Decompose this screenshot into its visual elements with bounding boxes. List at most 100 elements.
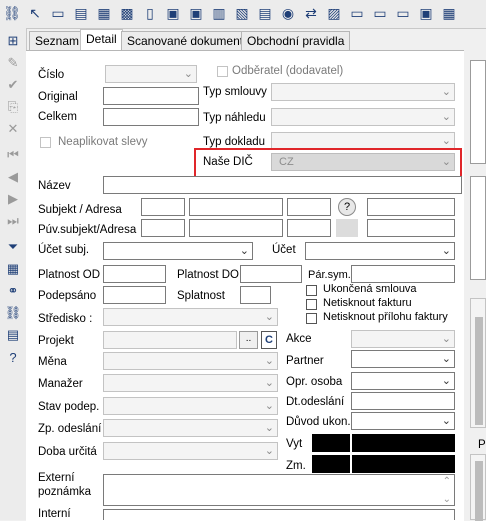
subjekt-name-input[interactable] bbox=[189, 198, 283, 216]
right-label-p: P bbox=[478, 439, 486, 451]
delete-icon[interactable]: ✕ bbox=[4, 120, 22, 138]
puv-spacer bbox=[336, 219, 358, 237]
puv-adresa-input[interactable] bbox=[367, 219, 455, 237]
podepsano-input[interactable] bbox=[103, 286, 166, 304]
table-icon[interactable]: ▦ bbox=[4, 260, 22, 278]
monitor-icon[interactable]: ▭ bbox=[48, 3, 68, 23]
puv-adresa-code-input[interactable] bbox=[287, 219, 331, 237]
sidebar: ⊞ ✎ ✔ ⎘ ✕ ⏮ ◀ ▶ ⏭ ⏷ ▦ ⚭ ⛓ ▤ ? bbox=[0, 28, 27, 520]
platnost-od-label: Platnost OD bbox=[38, 269, 100, 281]
grid3-icon[interactable]: ▦ bbox=[439, 3, 459, 23]
org-icon[interactable]: ⛓ bbox=[2, 3, 22, 23]
celkem-input[interactable] bbox=[103, 108, 199, 126]
externi-poznamka-textarea[interactable]: ⌃ ⌄ bbox=[103, 474, 455, 506]
doba-urcita-select[interactable]: ⌄ bbox=[103, 442, 278, 460]
card2-icon[interactable]: ▭ bbox=[370, 3, 390, 23]
grid2-icon[interactable]: ▩ bbox=[117, 3, 137, 23]
printer-icon[interactable]: ▤ bbox=[71, 3, 91, 23]
platnost-od-input[interactable] bbox=[103, 265, 166, 283]
tab-seznam[interactable]: Seznam bbox=[29, 31, 86, 51]
card3-icon[interactable]: ▭ bbox=[393, 3, 413, 23]
disc-icon[interactable]: ◉ bbox=[278, 3, 298, 23]
neaplikovat-label: Neaplikovat slevy bbox=[58, 136, 148, 148]
ucet-subj-select[interactable]: ⌄ bbox=[103, 242, 253, 260]
projekt-c-button[interactable]: C bbox=[261, 331, 277, 349]
swap-icon[interactable]: ⇄ bbox=[301, 3, 321, 23]
stav-podep-select[interactable]: ⌄ bbox=[103, 397, 278, 415]
projekt-input[interactable] bbox=[103, 331, 237, 349]
nazev-input[interactable] bbox=[103, 176, 462, 194]
document-edit-icon[interactable]: ▧ bbox=[232, 3, 252, 23]
ucet-label: Účet bbox=[272, 244, 296, 256]
filter-icon[interactable]: ⏷ bbox=[4, 238, 22, 256]
scroll-up-icon[interactable]: ⌃ bbox=[443, 476, 451, 487]
adresa-code-input[interactable] bbox=[287, 198, 331, 216]
zp-odeslani-select[interactable]: ⌄ bbox=[103, 419, 278, 437]
platnost-do-label: Platnost DO bbox=[177, 269, 239, 281]
odberatel-checkbox[interactable] bbox=[217, 66, 228, 77]
neaplikovat-checkbox[interactable] bbox=[40, 137, 51, 148]
typ-dokladu-label: Typ dokladu bbox=[203, 136, 266, 148]
tab-obchodni-pravidla[interactable]: Obchodní pravidla bbox=[241, 31, 351, 51]
first-icon[interactable]: ⏮ bbox=[4, 146, 22, 164]
list-icon[interactable]: ▤ bbox=[4, 326, 22, 344]
externi-label: Externí bbox=[38, 472, 75, 484]
edit-icon[interactable]: ✎ bbox=[4, 54, 22, 72]
typ-nahledu-select[interactable]: ⌄ bbox=[271, 108, 455, 126]
duvod-ukon-select[interactable]: ⌄ bbox=[351, 412, 455, 430]
copy-icon[interactable]: ⎘ bbox=[4, 98, 22, 116]
next-icon[interactable]: ▶ bbox=[4, 190, 22, 208]
interni-poznamka-textarea[interactable] bbox=[103, 509, 455, 520]
tab-scanovane-dokumenty[interactable]: Scanované dokumenty bbox=[121, 31, 256, 51]
right-panel-top bbox=[470, 60, 486, 164]
arrow-icon[interactable]: ↖ bbox=[25, 3, 45, 23]
netisknout-fakturu-checkbox[interactable] bbox=[306, 299, 317, 310]
cislo-select[interactable]: ⌄ bbox=[105, 65, 197, 83]
document-arrow-icon[interactable]: ▥ bbox=[209, 3, 229, 23]
floppy-icon[interactable]: ▣ bbox=[163, 3, 183, 23]
akce-select[interactable]: ⌄ bbox=[351, 330, 455, 348]
platnost-do-input[interactable] bbox=[240, 265, 302, 283]
original-input[interactable] bbox=[103, 87, 199, 105]
partner-select[interactable]: ⌄ bbox=[351, 350, 455, 368]
opr-osoba-select[interactable]: ⌄ bbox=[351, 372, 455, 390]
typ-smlouvy-select[interactable]: ⌄ bbox=[271, 83, 455, 101]
help-icon[interactable]: ? bbox=[4, 348, 22, 366]
ukoncena-checkbox[interactable] bbox=[306, 285, 317, 296]
tab-detail[interactable]: Detail bbox=[80, 29, 123, 51]
prev-icon[interactable]: ◀ bbox=[4, 168, 22, 186]
help-button[interactable]: ? bbox=[338, 198, 356, 216]
card-icon[interactable]: ▭ bbox=[347, 3, 367, 23]
doba-urcita-label: Doba určitá bbox=[38, 446, 97, 458]
adresa-input[interactable] bbox=[367, 198, 455, 216]
last-icon[interactable]: ⏭ bbox=[4, 212, 22, 230]
manazer-select[interactable]: ⌄ bbox=[103, 374, 278, 392]
splatnost-input[interactable] bbox=[240, 286, 271, 304]
dt-odeslani-label: Dt.odeslání bbox=[286, 396, 345, 408]
nazev-label: Název bbox=[38, 180, 71, 192]
puv-subjekt-name-input[interactable] bbox=[189, 219, 283, 237]
netisknout-prilohu-checkbox[interactable] bbox=[306, 313, 317, 324]
scroll-down-icon[interactable]: ⌄ bbox=[443, 494, 451, 505]
floppy2-icon[interactable]: ▣ bbox=[186, 3, 206, 23]
splatnost-label: Splatnost bbox=[177, 290, 225, 302]
document-list-icon[interactable]: ▤ bbox=[255, 3, 275, 23]
dt-odeslani-input[interactable] bbox=[351, 392, 455, 410]
org-tree-icon[interactable]: ⛓ bbox=[4, 304, 22, 322]
netisknout-fakturu-label: Netisknout fakturu bbox=[323, 297, 412, 309]
document-icon[interactable]: ▯ bbox=[140, 3, 160, 23]
puv-subjekt-code-input[interactable] bbox=[141, 219, 185, 237]
par-sym-input[interactable] bbox=[351, 265, 455, 283]
image-icon[interactable]: ▨ bbox=[324, 3, 344, 23]
add-icon[interactable]: ⊞ bbox=[4, 32, 22, 50]
grid-icon[interactable]: ▦ bbox=[94, 3, 114, 23]
floppy3-icon[interactable]: ▣ bbox=[416, 3, 436, 23]
subjekt-code-input[interactable] bbox=[141, 198, 185, 216]
ucet-select[interactable]: ⌄ bbox=[305, 242, 455, 260]
link-icon[interactable]: ⚭ bbox=[4, 282, 22, 300]
projekt-ellipsis-button[interactable]: .. bbox=[239, 331, 258, 349]
vyt-label: Vyt bbox=[286, 438, 303, 450]
mena-select[interactable]: ⌄ bbox=[103, 352, 278, 370]
check-icon[interactable]: ✔ bbox=[4, 76, 22, 94]
stredisko-select[interactable]: ⌄ bbox=[103, 308, 278, 326]
